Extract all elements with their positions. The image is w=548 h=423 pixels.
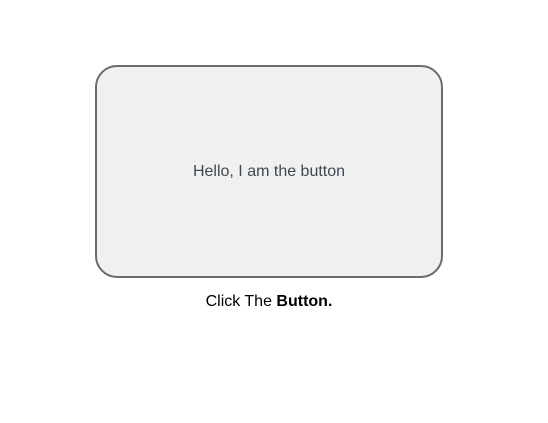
hello-button[interactable]: Hello, I am the button (95, 65, 443, 278)
hello-button-label: Hello, I am the button (192, 162, 346, 180)
instruction-emphasis: Button. (276, 293, 333, 310)
instruction-text: Click The Button. (0, 293, 538, 311)
instruction-prefix: Click The (205, 293, 277, 310)
